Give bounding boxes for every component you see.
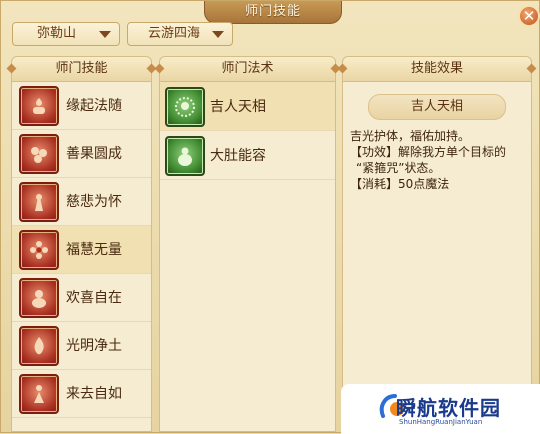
buddha-icon bbox=[19, 182, 59, 222]
chevron-down-icon bbox=[99, 31, 111, 38]
skill-row[interactable]: 光明净土 bbox=[12, 322, 151, 370]
effect-line: 吉光护体，福佑加持。 bbox=[350, 129, 471, 143]
skill-row[interactable]: 欢喜自在 bbox=[12, 274, 151, 322]
skill-label: 欢喜自在 bbox=[66, 290, 122, 306]
spell-label: 吉人天相 bbox=[210, 99, 266, 115]
effect-description: 吉光护体，福佑加持。 【功效】解除我方单个目标的 “紧箍咒”状态。 【消耗】50… bbox=[343, 120, 531, 192]
skill-row[interactable]: 来去自如 bbox=[12, 370, 151, 418]
skills-panel-header: 师门技能 bbox=[12, 57, 151, 82]
mountain-dropdown[interactable]: 弥勒山 bbox=[12, 22, 120, 46]
window-title: 师门技能 bbox=[204, 1, 342, 24]
skills-panel: 师门技能 缘起法随 善果圆成 慈悲为怀 福慧无量 欢喜自在 光明净土 来去自如 bbox=[11, 56, 152, 432]
skill-label: 光明净土 bbox=[66, 338, 122, 354]
skill-label: 缘起法随 bbox=[66, 98, 122, 114]
close-button[interactable]: ✕ bbox=[518, 5, 540, 27]
watermark-title: 瞬航软件园 bbox=[396, 396, 501, 420]
skill-window: 师门技能 ✕ 弥勒山 云游四海 师门技能 缘起法随 善果圆成 慈悲为怀 福慧无量… bbox=[0, 0, 540, 434]
flame-icon bbox=[19, 326, 59, 366]
watermark-subtitle: ShunHangRuanJianYuan bbox=[399, 418, 483, 426]
skill-row[interactable]: 善果圆成 bbox=[12, 130, 151, 178]
sect-dropdown[interactable]: 云游四海 bbox=[127, 22, 233, 46]
effect-line: 【消耗】50点魔法 bbox=[350, 177, 450, 191]
lotus-pot-icon bbox=[19, 86, 59, 126]
effect-spell-name: 吉人天相 bbox=[368, 94, 506, 120]
monk-icon bbox=[19, 278, 59, 318]
skill-label: 福慧无量 bbox=[66, 242, 122, 258]
skill-row[interactable]: 慈悲为怀 bbox=[12, 178, 151, 226]
spells-panel: 师门法术 吉人天相 大肚能容 bbox=[159, 56, 336, 432]
flower-icon bbox=[19, 230, 59, 270]
spells-panel-header: 师门法术 bbox=[160, 57, 335, 82]
fruit-icon bbox=[19, 134, 59, 174]
spell-label: 大肚能容 bbox=[210, 148, 266, 164]
effect-panel: 技能效果 吉人天相 吉光护体，福佑加持。 【功效】解除我方单个目标的 “紧箍咒”… bbox=[342, 56, 532, 432]
sect-dropdown-value: 云游四海 bbox=[148, 26, 201, 41]
belly-icon bbox=[165, 136, 205, 176]
skill-row[interactable]: 缘起法随 bbox=[12, 82, 151, 130]
effect-panel-header: 技能效果 bbox=[343, 57, 531, 82]
watermark: 瞬航软件园 ShunHangRuanJianYuan bbox=[341, 384, 540, 434]
close-icon: ✕ bbox=[522, 7, 536, 25]
skill-row-selected[interactable]: 福慧无量 bbox=[12, 226, 151, 274]
figure-icon bbox=[19, 374, 59, 414]
skill-label: 善果圆成 bbox=[66, 146, 122, 162]
skill-label: 慈悲为怀 bbox=[66, 194, 122, 210]
spell-row[interactable]: 大肚能容 bbox=[160, 131, 335, 180]
effect-line: 【功效】解除我方单个目标的 bbox=[350, 145, 507, 159]
skill-label: 来去自如 bbox=[66, 386, 122, 402]
spell-row-selected[interactable]: 吉人天相 bbox=[160, 82, 335, 131]
effect-line: “紧箍咒”状态。 bbox=[356, 161, 441, 175]
halo-icon bbox=[165, 87, 205, 127]
chevron-down-icon bbox=[212, 31, 224, 38]
mountain-dropdown-value: 弥勒山 bbox=[37, 26, 77, 41]
